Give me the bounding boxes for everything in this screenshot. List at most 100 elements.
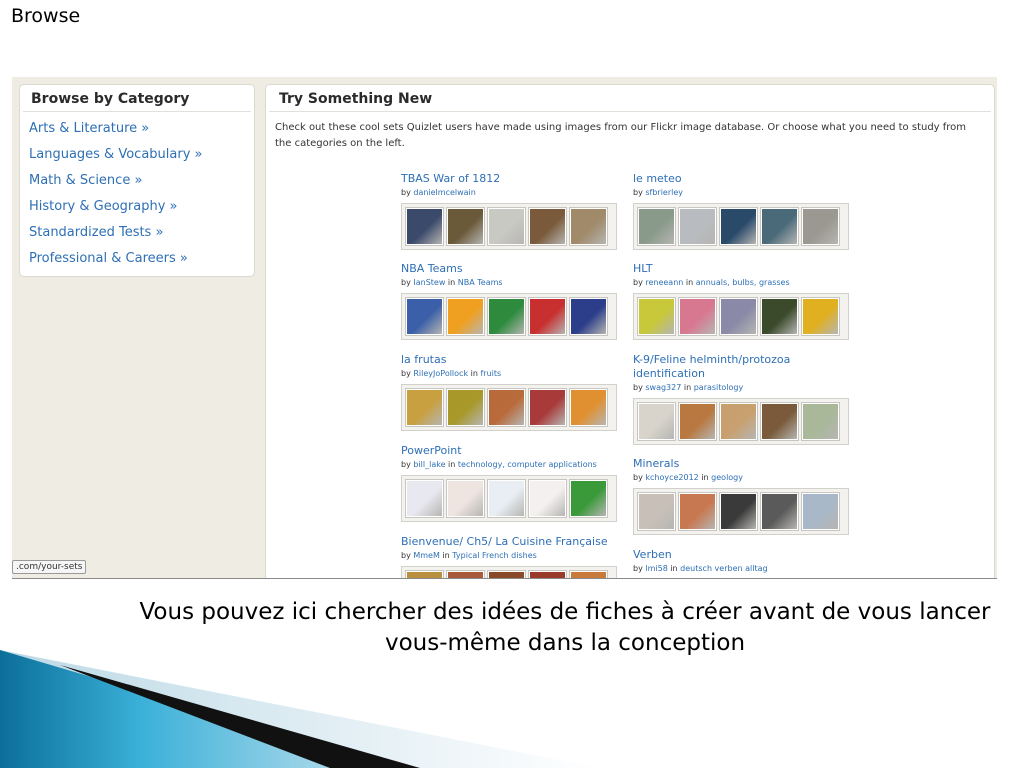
set-thumbnail-image[interactable] [761, 298, 798, 335]
set-thumbnail-image[interactable] [679, 208, 716, 245]
set-thumbnail-image[interactable] [802, 493, 839, 530]
set-category-links[interactable]: NBA Teams [458, 278, 503, 287]
set-thumbnail-image[interactable] [638, 208, 675, 245]
set-author-link[interactable]: danielmcelwain [413, 188, 476, 197]
set-in-label: in [670, 564, 678, 573]
set-by-label: by [401, 551, 411, 560]
set-thumbnail-image[interactable] [488, 208, 525, 245]
set-thumbnail-image[interactable] [488, 298, 525, 335]
set-thumbnail-strip[interactable] [633, 293, 849, 340]
set-category-links[interactable]: geology [711, 473, 743, 482]
set-title-link[interactable]: Minerals [633, 457, 849, 471]
set-title-link[interactable]: la frutas [401, 353, 617, 367]
set-author-link[interactable]: swag327 [645, 383, 681, 392]
set-meta: by bill_lake in technology, computer app… [401, 459, 617, 471]
set-card: le meteo by sfbrierley [633, 172, 849, 250]
set-thumbnail-image[interactable] [406, 208, 443, 245]
set-card: NBA Teams by IanStew in NBA Teams [401, 262, 617, 340]
set-thumbnail-strip[interactable] [401, 475, 617, 522]
category-link-languages-vocabulary[interactable]: Languages & Vocabulary » [29, 144, 245, 170]
set-author-link[interactable]: sfbrierley [645, 188, 683, 197]
set-category-links[interactable]: parasitology [694, 383, 744, 392]
set-by-label: by [633, 278, 643, 287]
set-title-link[interactable]: NBA Teams [401, 262, 617, 276]
set-thumbnail-image[interactable] [570, 298, 607, 335]
set-thumbnail-image[interactable] [679, 493, 716, 530]
set-title-link[interactable]: PowerPoint [401, 444, 617, 458]
category-link-history-geography[interactable]: History & Geography » [29, 196, 245, 222]
set-thumbnail-image[interactable] [761, 403, 798, 440]
set-title-link[interactable]: Verben [633, 548, 849, 562]
set-thumbnail-image[interactable] [529, 389, 566, 426]
set-thumbnail-image[interactable] [679, 403, 716, 440]
set-thumbnail-image[interactable] [761, 493, 798, 530]
set-thumbnail-image[interactable] [761, 208, 798, 245]
set-thumbnail-image[interactable] [638, 493, 675, 530]
set-thumbnail-image[interactable] [638, 298, 675, 335]
set-title-link[interactable]: TBAS War of 1812 [401, 172, 617, 186]
set-author-link[interactable]: IanStew [413, 278, 445, 287]
set-thumbnail-strip[interactable] [633, 203, 849, 250]
set-thumbnail-image[interactable] [802, 298, 839, 335]
set-thumbnail-strip[interactable] [401, 293, 617, 340]
category-link-professional-careers[interactable]: Professional & Careers » [29, 248, 245, 274]
set-thumbnail-image[interactable] [529, 208, 566, 245]
set-author-link[interactable]: RileyJoPollock [413, 369, 468, 378]
set-author-link[interactable]: MmeM [413, 551, 440, 560]
set-category-links[interactable]: Typical French dishes [452, 551, 537, 560]
set-thumbnail-image[interactable] [488, 571, 525, 578]
set-thumbnail-image[interactable] [802, 403, 839, 440]
set-title-link[interactable]: HLT [633, 262, 849, 276]
set-thumbnail-strip[interactable] [401, 566, 617, 578]
set-thumbnail-strip[interactable] [401, 203, 617, 250]
set-card: Minerals by kchoyce2012 in geology [633, 457, 849, 535]
set-by-label: by [401, 369, 411, 378]
set-card: Verben by lmi58 in deutsch verben alltag [633, 548, 849, 578]
set-thumbnail-strip[interactable] [633, 488, 849, 535]
set-title-link[interactable]: K-9/Feline helminth/protozoa identificat… [633, 353, 849, 381]
set-category-links[interactable]: deutsch verben alltag [680, 564, 767, 573]
set-category-links[interactable]: fruits [480, 369, 501, 378]
set-thumbnail-image[interactable] [570, 208, 607, 245]
set-thumbnail-image[interactable] [529, 298, 566, 335]
set-thumbnail-image[interactable] [570, 389, 607, 426]
set-thumbnail-image[interactable] [406, 480, 443, 517]
set-thumbnail-image[interactable] [720, 493, 757, 530]
set-thumbnail-image[interactable] [679, 298, 716, 335]
set-thumbnail-image[interactable] [720, 298, 757, 335]
set-category-links[interactable]: technology, computer applications [458, 460, 597, 469]
set-thumbnail-image[interactable] [570, 480, 607, 517]
set-thumbnail-image[interactable] [488, 480, 525, 517]
set-thumbnail-image[interactable] [406, 571, 443, 578]
category-link-arts-literature[interactable]: Arts & Literature » [29, 118, 245, 144]
set-thumbnail-image[interactable] [447, 298, 484, 335]
set-thumbnail-image[interactable] [488, 389, 525, 426]
set-thumbnail-strip[interactable] [401, 384, 617, 431]
set-title-link[interactable]: Bienvenue/ Ch5/ La Cuisine Française [401, 535, 617, 549]
set-by-label: by [633, 188, 643, 197]
slide-decoration [0, 650, 600, 768]
set-thumbnail-image[interactable] [529, 480, 566, 517]
set-author-link[interactable]: lmi58 [645, 564, 667, 573]
set-author-link[interactable]: bill_lake [413, 460, 445, 469]
set-thumbnail-image[interactable] [406, 389, 443, 426]
set-category-links[interactable]: annuals, bulbs, grasses [696, 278, 790, 287]
set-author-link[interactable]: reneeann [645, 278, 683, 287]
set-thumbnail-strip[interactable] [633, 398, 849, 445]
status-bar-url: .com/your-sets [12, 560, 87, 574]
set-thumbnail-image[interactable] [406, 298, 443, 335]
category-link-math-science[interactable]: Math & Science » [29, 170, 245, 196]
set-thumbnail-image[interactable] [570, 571, 607, 578]
set-title-link[interactable]: le meteo [633, 172, 849, 186]
set-thumbnail-image[interactable] [529, 571, 566, 578]
set-author-link[interactable]: kchoyce2012 [645, 473, 698, 482]
set-thumbnail-image[interactable] [447, 389, 484, 426]
set-thumbnail-image[interactable] [447, 571, 484, 578]
set-thumbnail-image[interactable] [720, 208, 757, 245]
category-link-standardized-tests[interactable]: Standardized Tests » [29, 222, 245, 248]
set-thumbnail-image[interactable] [720, 403, 757, 440]
set-thumbnail-image[interactable] [447, 208, 484, 245]
set-thumbnail-image[interactable] [638, 403, 675, 440]
set-thumbnail-image[interactable] [802, 208, 839, 245]
set-thumbnail-image[interactable] [447, 480, 484, 517]
